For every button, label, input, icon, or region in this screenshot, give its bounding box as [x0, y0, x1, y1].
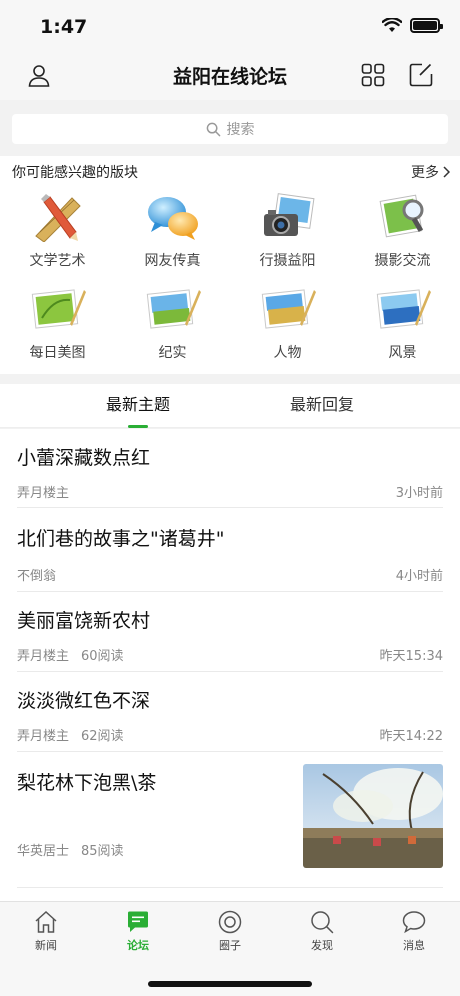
post-author: 不倒翁: [17, 569, 57, 584]
tab-discover[interactable]: 发现: [276, 910, 368, 953]
search-icon: [311, 911, 334, 934]
tab-active-indicator: [128, 425, 148, 428]
more-label: 更多: [411, 165, 439, 181]
post-meta: 不倒翁 4小时前: [17, 551, 443, 596]
forum-item-people[interactable]: 人物: [230, 280, 345, 372]
page-title: 益阳在线论坛: [172, 66, 287, 88]
forum-item-documentary[interactable]: 纪实: [115, 280, 230, 372]
home-indicator: [148, 981, 312, 987]
list-item[interactable]: 北们巷的故事之"诸葛井" 不倒翁 4小时前: [17, 508, 443, 592]
tab-label: 消息: [403, 939, 425, 952]
camera-photo-icon: [263, 193, 314, 236]
tab-label: 圈子: [219, 939, 241, 952]
post-thumbnail[interactable]: [303, 764, 443, 868]
picture-sea-icon: [376, 289, 431, 329]
forum-grid: 文学艺术 网友传真 行摄益阳 摄影交流 每日美图 纪实 人物 风景: [0, 188, 460, 372]
tab-circle[interactable]: 圈子: [184, 910, 276, 953]
forum-item-netizen-fax[interactable]: 网友传真: [115, 188, 230, 280]
list-item[interactable]: 小蕾深藏数点红 弄月楼主 3小时前: [17, 429, 443, 508]
post-title: 淡淡微红色不深: [17, 690, 151, 712]
message-square-icon: [128, 911, 148, 932]
search-icon: [206, 122, 220, 136]
forum-item-label: 文学艺术: [29, 253, 86, 269]
interest-section: 你可能感兴趣的版块 更多 文学艺术 网友传真 行摄益阳 摄影交流 每日美图 纪实…: [0, 156, 460, 374]
post-author: 华英居士: [17, 844, 70, 859]
house-icon: [35, 910, 57, 933]
search-placeholder: 搜索: [226, 122, 255, 138]
post-time: 3小时前: [395, 486, 443, 501]
more-link[interactable]: 更多: [411, 162, 450, 182]
post-meta: 弄月楼主 62阅读 昨天14:22: [17, 713, 443, 756]
list-item[interactable]: 梨花林下泡黑\茶 华英居士 85阅读: [17, 752, 443, 888]
post-meta: 弄月楼主 3小时前: [17, 470, 443, 513]
post-title: 小蕾深藏数点红: [17, 447, 151, 469]
post-reads: 60阅读: [81, 649, 124, 664]
post-author: 弄月楼主: [17, 729, 70, 744]
forum-item-literature[interactable]: 文学艺术: [0, 188, 115, 280]
forum-item-label: 网友传真: [144, 253, 201, 269]
tab-news[interactable]: 新闻: [0, 910, 92, 953]
forum-item-label: 纪实: [158, 345, 187, 361]
status-bar: 1:47: [0, 0, 460, 50]
tab-messages[interactable]: 消息: [368, 910, 460, 953]
post-author: 弄月楼主: [17, 649, 70, 664]
post-reads: 62阅读: [81, 729, 124, 744]
forum-item-label: 风景: [388, 345, 417, 361]
post-title: 北们巷的故事之"诸葛井": [17, 528, 225, 550]
post-time: 4小时前: [395, 569, 443, 584]
post-time: 昨天15:34: [379, 649, 443, 664]
post-meta: 弄月楼主 60阅读 昨天15:34: [17, 633, 443, 676]
status-icons: [382, 18, 443, 33]
pencil-ruler-icon: [34, 194, 81, 242]
post-title: 美丽富饶新农村: [17, 610, 151, 632]
battery-icon: [410, 18, 443, 33]
magnifier-photo-icon: [379, 194, 423, 238]
forum-item-travel-photo[interactable]: 行摄益阳: [230, 188, 345, 280]
list-item[interactable]: 美丽富饶新农村 弄月楼主 60阅读 昨天15:34: [17, 592, 443, 672]
tab-label: 新闻: [35, 939, 57, 952]
tab-label: 发现: [311, 939, 333, 952]
feed-tabs: 最新主题 最新回复: [0, 384, 460, 428]
interest-title: 你可能感兴趣的版块: [12, 165, 138, 181]
search-area: 搜索: [0, 100, 460, 156]
chevron-right-icon: [443, 166, 450, 178]
post-list: 小蕾深藏数点红 弄月楼主 3小时前 北们巷的故事之"诸葛井" 不倒翁 4小时前 …: [0, 429, 460, 901]
forum-item-label: 人物: [273, 345, 302, 361]
picture-field-icon: [261, 289, 316, 329]
picture-landscape-icon: [146, 289, 201, 329]
wifi-icon: [382, 18, 402, 32]
post-time: 昨天14:22: [379, 729, 443, 744]
post-meta: 华英居士 85阅读: [17, 840, 124, 859]
status-time: 1:47: [40, 16, 88, 38]
picture-leaf-icon: [31, 289, 86, 329]
search-input[interactable]: 搜索: [12, 114, 448, 144]
forum-item-label: 每日美图: [29, 345, 86, 361]
forum-item-label: 行摄益阳: [259, 253, 316, 269]
forum-item-photo-exchange[interactable]: 摄影交流: [345, 188, 460, 280]
chat-bubble-icon: [402, 911, 426, 934]
circle-target-icon: [218, 910, 242, 934]
tab-label: 论坛: [127, 939, 149, 952]
tab-latest-replies[interactable]: 最新回复: [207, 384, 437, 428]
forum-item-label: 摄影交流: [374, 253, 431, 269]
list-item[interactable]: 淡淡微红色不深 弄月楼主 62阅读 昨天14:22: [17, 672, 443, 752]
grid-icon[interactable]: [358, 60, 388, 90]
post-author: 弄月楼主: [17, 486, 70, 501]
interest-header: 你可能感兴趣的版块 更多: [0, 156, 460, 188]
nav-bar: 益阳在线论坛: [0, 50, 460, 100]
forum-item-scenery[interactable]: 风景: [345, 280, 460, 372]
chat-bubbles-icon: [147, 197, 198, 240]
tab-forum[interactable]: 论坛: [92, 910, 184, 953]
post-reads: 85阅读: [81, 844, 124, 859]
forum-item-daily-picture[interactable]: 每日美图: [0, 280, 115, 372]
edit-icon[interactable]: [406, 60, 436, 90]
